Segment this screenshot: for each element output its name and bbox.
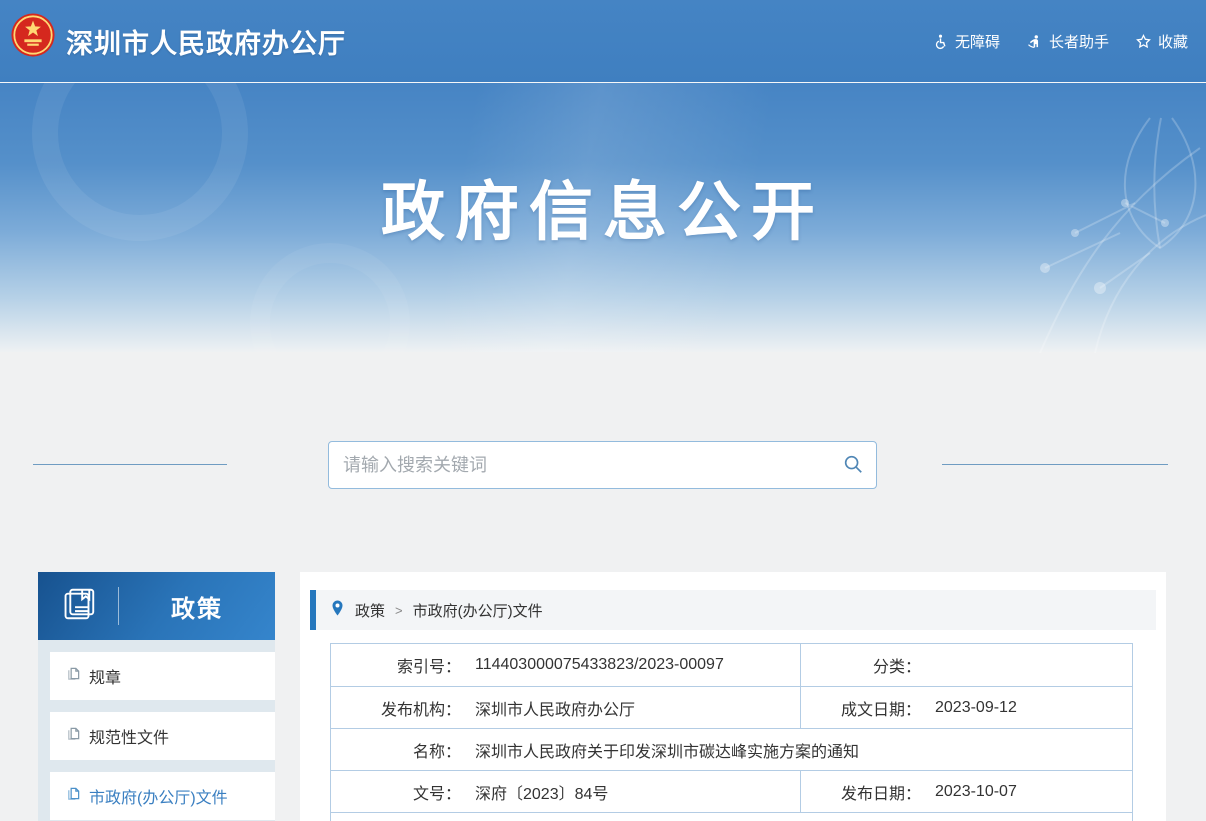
sidebar-title: 政策 (119, 589, 275, 624)
search-button[interactable] (830, 442, 876, 488)
decorative-line-right (942, 464, 1168, 465)
page-title: 政府信息公开 (0, 161, 1206, 253)
table-row: 文号： 深府〔2023〕84号 发布日期： 2023-10-07 (331, 770, 1132, 812)
publisher-label: 发布机构： (331, 696, 461, 720)
breadcrumb-item-current: 市政府(办公厅)文件 (413, 600, 543, 621)
elder-assist-label: 长者助手 (1049, 31, 1109, 52)
decorative-line-left (33, 464, 227, 465)
sidebar-item-municipal-government-documents[interactable]: 市政府(办公厅)文件 (50, 772, 275, 820)
table-row (331, 812, 1132, 821)
document-name-cell: 名称： 深圳市人民政府关于印发深圳市碳达峰实施方案的通知 (331, 729, 1132, 770)
doc-number-value: 深府〔2023〕84号 (461, 780, 608, 804)
document-name-label: 名称： (331, 738, 461, 762)
page: 深圳市人民政府办公厅 无障碍 (0, 0, 1206, 821)
accessibility-label: 无障碍 (955, 31, 1000, 52)
document-icon (66, 786, 81, 806)
breadcrumb-item-policy[interactable]: 政策 (355, 600, 385, 621)
table-row: 索引号： 114403000075433823/2023-00097 分类： (331, 644, 1132, 686)
banner: 政府信息公开 (0, 82, 1206, 352)
document-icon (66, 726, 81, 746)
search-icon (842, 453, 864, 478)
sidebar-header: 政策 (38, 572, 275, 640)
breadcrumb-separator: > (395, 603, 403, 618)
accessibility-link[interactable]: 无障碍 (932, 31, 1000, 52)
sidebar: 政策 规章 规范性文件 市政府(办公厅) (38, 572, 275, 821)
doc-number-label: 文号： (331, 780, 461, 804)
document-info-table: 索引号： 114403000075433823/2023-00097 分类： 发… (330, 643, 1133, 821)
document-icon (66, 666, 81, 686)
written-date-label: 成文日期： (801, 696, 921, 720)
category-cell: 分类： (801, 644, 1132, 686)
index-number-value: 114403000075433823/2023-00097 (461, 656, 724, 674)
category-label: 分类： (801, 653, 921, 677)
table-row: 名称： 深圳市人民政府关于印发深圳市碳达峰实施方案的通知 (331, 728, 1132, 770)
book-icon (38, 585, 98, 628)
publish-date-value: 2023-10-07 (921, 783, 1017, 801)
sidebar-item-normative-documents[interactable]: 规范性文件 (50, 712, 275, 760)
sidebar-item-label: 规章 (89, 664, 121, 688)
site-title: 深圳市人民政府办公厅 (66, 0, 346, 82)
location-pin-icon (316, 599, 355, 621)
search-input[interactable] (329, 442, 830, 488)
sidebar-item-label: 规范性文件 (89, 724, 169, 748)
written-date-cell: 成文日期： 2023-09-12 (801, 687, 1132, 728)
publish-date-cell: 发布日期： 2023-10-07 (801, 771, 1132, 812)
written-date-value: 2023-09-12 (921, 699, 1017, 717)
star-icon (1135, 33, 1152, 50)
elder-assist-icon (1026, 33, 1043, 50)
index-number-cell: 索引号： 114403000075433823/2023-00097 (331, 644, 801, 686)
index-number-label: 索引号： (331, 653, 461, 677)
elder-assist-link[interactable]: 长者助手 (1026, 31, 1109, 52)
national-emblem-icon (10, 12, 56, 58)
publisher-value: 深圳市人民政府办公厅 (461, 696, 635, 720)
top-bar: 深圳市人民政府办公厅 无障碍 (0, 0, 1206, 82)
accessibility-icon (932, 33, 949, 50)
table-row: 发布机构： 深圳市人民政府办公厅 成文日期： 2023-09-12 (331, 686, 1132, 728)
publish-date-label: 发布日期： (801, 780, 921, 804)
publisher-cell: 发布机构： 深圳市人民政府办公厅 (331, 687, 801, 728)
sidebar-item-label: 市政府(办公厅)文件 (89, 784, 228, 808)
search-box (328, 441, 877, 489)
breadcrumb: 政策 > 市政府(办公厅)文件 (310, 590, 1156, 630)
favorite-link[interactable]: 收藏 (1135, 31, 1188, 52)
main-content-card: 政策 > 市政府(办公厅)文件 索引号： 114403000075433823/… (300, 572, 1166, 821)
favorite-label: 收藏 (1158, 31, 1188, 52)
top-links: 无障碍 长者助手 收藏 (932, 0, 1188, 82)
document-name-value: 深圳市人民政府关于印发深圳市碳达峰实施方案的通知 (461, 738, 859, 762)
doc-number-cell: 文号： 深府〔2023〕84号 (331, 771, 801, 812)
sidebar-item-regulations[interactable]: 规章 (50, 652, 275, 700)
